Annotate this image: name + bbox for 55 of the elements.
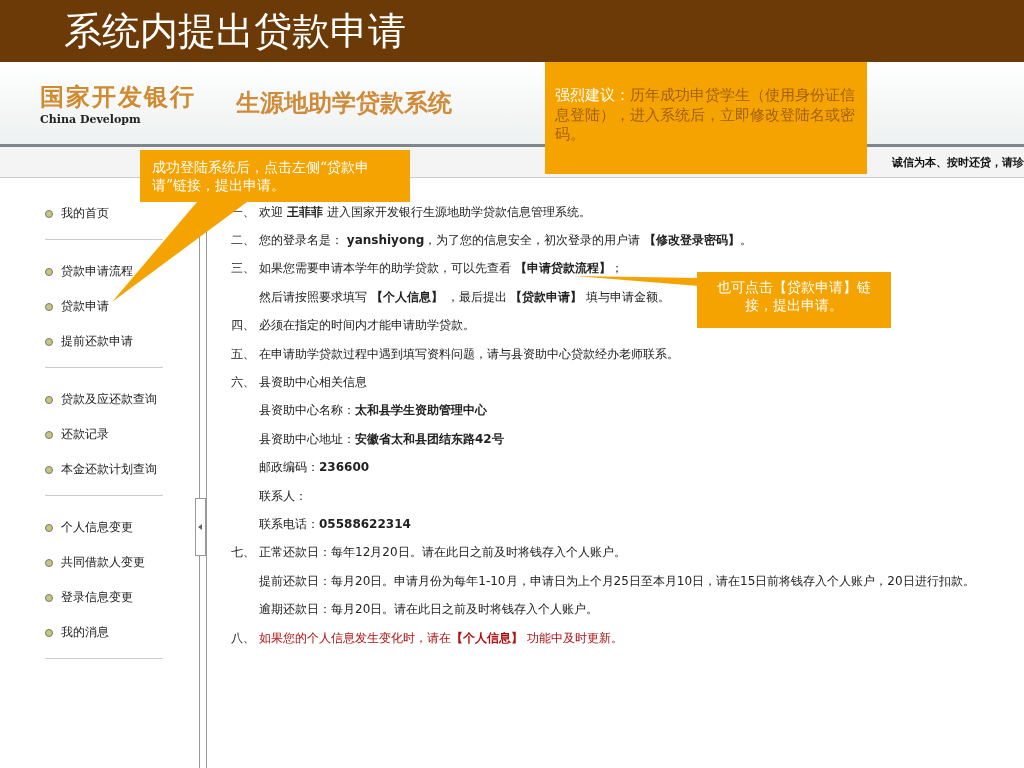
- info-text: 正常还款日：每年12月20日。请在此日之前及时将钱存入个人账户。: [259, 544, 626, 562]
- item-number: 二、: [231, 232, 256, 250]
- sidebar-link[interactable]: 还款记录: [45, 417, 163, 452]
- slide-title: 系统内提出贷款申请: [64, 7, 406, 55]
- sidebar-link[interactable]: 贷款及应还款查询: [45, 382, 163, 417]
- sidebar-link[interactable]: 贷款申请流程: [45, 254, 163, 289]
- info-text: 提前还款日：每月20日。申请月份为每年1-10月，申请日为上个月25日至本月10日，请在15日前将钱存入个人账户，20日进行扣款。: [259, 572, 975, 590]
- info-text: 欢迎 王菲菲 进入国家开发银行生源地助学贷款信息管理系统。: [259, 203, 591, 221]
- bullet-icon: [45, 209, 53, 218]
- collapse-handle[interactable]: [195, 498, 206, 556]
- info-text: 邮政编码：236600: [259, 459, 370, 477]
- item-number: 六、: [231, 374, 256, 392]
- sidebar-link[interactable]: 我的首页: [45, 196, 163, 231]
- info-text: 联系电话：05588622314: [259, 516, 411, 533]
- info-text: 然后请按照要求填写 【个人信息】 ，最后提出 【贷款申请】 填与申请金额。: [259, 288, 671, 306]
- info-text: 如果您的个人信息发生变化时，请在【个人信息】 功能中及时更新。: [259, 629, 623, 647]
- info-text: 必须在指定的时间内才能申请助学贷款。: [259, 317, 475, 335]
- sidebar-link[interactable]: 共同借款人变更: [45, 545, 163, 580]
- bullet-icon: [45, 302, 53, 311]
- collapse-arrow-icon: [198, 524, 203, 530]
- info-text: 联系人：: [259, 487, 307, 505]
- item-number: 五、: [231, 345, 256, 363]
- slogan: 诚信为本、按时还贷，请珍: [892, 154, 1024, 170]
- bullet-icon: [45, 593, 53, 602]
- system-name: 生源地助学贷款系统: [236, 88, 452, 119]
- callout-text: 也可点击【贷款申请】链接，提出申请。: [716, 278, 872, 316]
- sidebar-link[interactable]: 提前还款申请: [45, 324, 163, 359]
- info-text: 逾期还款日：每月20日。请在此日之前及时将钱存入个人账户。: [259, 601, 599, 619]
- bullet-icon: [45, 430, 53, 439]
- bullet-icon: [45, 395, 53, 404]
- info-text: 如果您需要申请本学年的助学贷款，可以先查看 【申请贷款流程】；: [259, 260, 623, 278]
- info-text: 您的登录名是： yanshiyong，为了您的信息安全，初次登录的用户请 【修改登录密码】。: [259, 232, 753, 250]
- item-number: 八、: [231, 629, 256, 647]
- info-text: 在申请助学贷款过程中遇到填写资料问题，请与县资助中心贷款经办老师联系。: [259, 345, 679, 363]
- item-number: 三、: [231, 260, 256, 278]
- callout-text: 强烈建议：历年成功申贷学生（使用身份证信息登陆），进入系统后，立即修改登陆名或密码。: [555, 86, 856, 145]
- bullet-icon: [45, 558, 53, 567]
- bullet-icon: [45, 267, 53, 276]
- bank-name-english: China Developm: [40, 112, 142, 126]
- bullet-icon: [45, 465, 53, 474]
- bullet-icon: [45, 628, 53, 637]
- info-text: 县资助中心相关信息: [259, 374, 367, 392]
- sidebar-link[interactable]: 登录信息变更: [45, 580, 163, 615]
- sidebar-link[interactable]: 本金还款计划查询: [45, 452, 163, 487]
- info-text: 县资助中心名称：太和县学生资助管理中心: [259, 402, 487, 420]
- sidebar-link[interactable]: 个人信息变更: [45, 510, 163, 545]
- bullet-icon: [45, 337, 53, 346]
- item-number: 七、: [231, 544, 256, 562]
- sidebar-link[interactable]: 贷款申请: [45, 289, 163, 324]
- item-number: 四、: [231, 317, 256, 335]
- bank-name: 国家开发银行: [40, 81, 196, 113]
- bullet-icon: [45, 523, 53, 532]
- callout-text: 成功登陆系统后，点击左侧“贷款申请”链接，提出申请。: [152, 158, 371, 194]
- sidebar-link[interactable]: 我的消息: [45, 615, 163, 650]
- info-text: 县资助中心地址：安徽省太和县团结东路42号: [259, 430, 504, 448]
